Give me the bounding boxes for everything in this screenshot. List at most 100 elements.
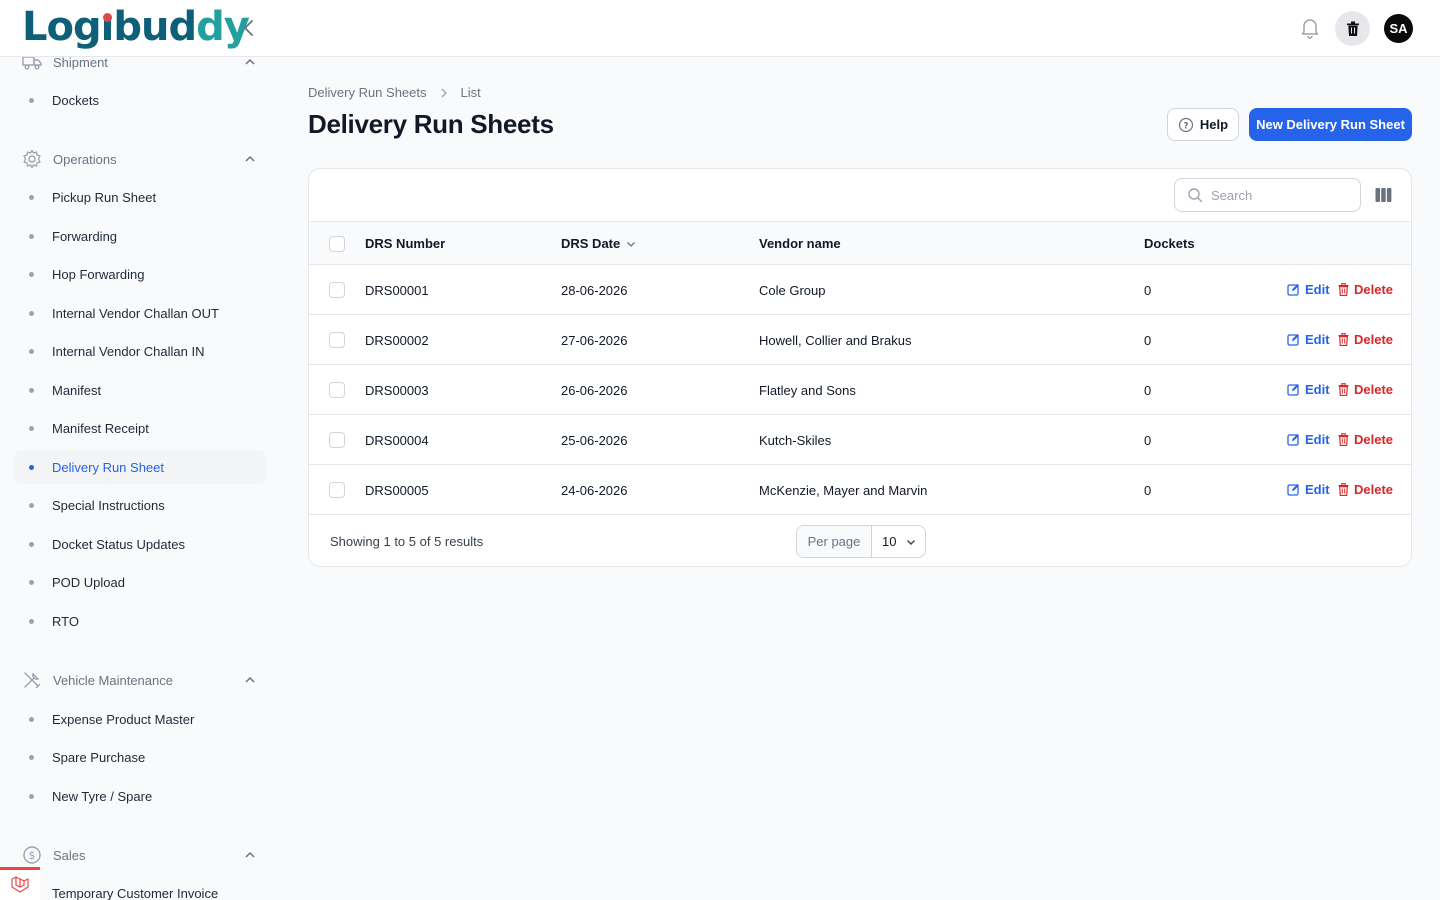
search-box[interactable] xyxy=(1174,178,1361,212)
row-checkbox[interactable] xyxy=(329,282,345,298)
sidebar-group-operations[interactable]: Operations xyxy=(22,149,262,169)
breadcrumb-current: List xyxy=(460,85,481,100)
search-input[interactable] xyxy=(1211,187,1341,203)
delete-button[interactable]: Delete xyxy=(1338,382,1393,397)
row-checkbox[interactable] xyxy=(329,332,345,348)
per-page-value[interactable]: 10 xyxy=(872,526,925,557)
cell-drs-number: DRS00004 xyxy=(365,433,429,448)
sidebar-item-manifest[interactable]: Manifest xyxy=(14,373,266,407)
cell-drs-number: DRS00005 xyxy=(365,483,429,498)
notifications-button[interactable] xyxy=(1300,17,1320,39)
bullet-dot xyxy=(29,98,34,103)
edit-button[interactable]: Edit xyxy=(1287,382,1330,397)
help-button-label: Help xyxy=(1199,117,1229,132)
gear-icon xyxy=(23,149,41,169)
edit-button[interactable]: Edit xyxy=(1287,282,1330,297)
cell-drs-date: 24-06-2026 xyxy=(561,483,628,498)
sidebar-item-label: Spare Purchase xyxy=(52,749,146,765)
sidebar-item-dockets[interactable]: Dockets xyxy=(14,83,266,117)
user-avatar[interactable]: SA xyxy=(1384,14,1413,43)
logo[interactable]: Logıbuddy xyxy=(22,4,250,50)
sidebar-item-internal-vendor-challan-in[interactable]: Internal Vendor Challan IN xyxy=(14,334,266,368)
cell-dockets: 0 xyxy=(1144,483,1152,498)
sidebar-item-rto[interactable]: RTO xyxy=(14,604,266,638)
sidebar-group-label: Shipment xyxy=(53,57,108,70)
sidebar-item-label: Manifest Receipt xyxy=(52,420,149,436)
delete-button[interactable]: Delete xyxy=(1338,432,1393,447)
column-header-vendor-name[interactable]: Vendor name xyxy=(759,236,841,251)
table-toolbar xyxy=(309,169,1411,222)
table-card: DRS Number DRS Date Vendor name Dockets … xyxy=(308,168,1412,567)
edit-button[interactable]: Edit xyxy=(1287,332,1330,347)
sidebar-item-docket-status-updates[interactable]: Docket Status Updates xyxy=(14,527,266,561)
bullet-dot xyxy=(29,542,34,547)
laravel-icon xyxy=(11,876,29,893)
sidebar-item-temporary-customer-invoice[interactable]: Temporary Customer Invoice xyxy=(14,876,266,900)
select-all-checkbox[interactable] xyxy=(329,236,345,252)
cell-dockets: 0 xyxy=(1144,433,1152,448)
sidebar-item-pickup-run-sheet[interactable]: Pickup Run Sheet xyxy=(14,180,266,214)
row-checkbox[interactable] xyxy=(329,432,345,448)
table-header: DRS Number DRS Date Vendor name Dockets xyxy=(309,222,1411,265)
edit-button[interactable]: Edit xyxy=(1287,432,1330,447)
sidebar-item-label: Dockets xyxy=(52,92,99,108)
sidebar-group-label: Operations xyxy=(53,151,117,167)
trash-icon xyxy=(1338,433,1349,446)
cell-vendor-name: Kutch-Skiles xyxy=(759,433,832,448)
cell-dockets: 0 xyxy=(1144,383,1152,398)
sidebar-item-new-tyre-spare[interactable]: New Tyre / Spare xyxy=(14,779,266,813)
sidebar-group-vehicle-maintenance[interactable]: Vehicle Maintenance xyxy=(22,670,262,690)
sidebar-item-internal-vendor-challan-out[interactable]: Internal Vendor Challan OUT xyxy=(14,296,266,330)
sidebar-item-label: Internal Vendor Challan IN xyxy=(52,343,205,359)
breadcrumb-parent-link[interactable]: Delivery Run Sheets xyxy=(308,85,427,100)
wrench-screwdriver-icon xyxy=(24,672,41,689)
cell-drs-date: 28-06-2026 xyxy=(561,283,628,298)
trash-button[interactable] xyxy=(1335,11,1370,46)
debug-bar-button[interactable] xyxy=(0,867,40,900)
column-header-drs-number[interactable]: DRS Number xyxy=(365,236,445,251)
sidebar-item-forwarding[interactable]: Forwarding xyxy=(14,219,266,253)
column-header-label: DRS Date xyxy=(561,236,621,251)
help-button[interactable]: ? Help xyxy=(1167,108,1239,141)
cell-drs-date: 26-06-2026 xyxy=(561,383,628,398)
sidebar-item-label: Docket Status Updates xyxy=(52,536,185,552)
sidebar-item-label: Expense Product Master xyxy=(52,711,195,727)
per-page-value-text: 10 xyxy=(882,534,897,549)
delete-label: Delete xyxy=(1354,382,1394,397)
row-checkbox[interactable] xyxy=(329,382,345,398)
delete-button[interactable]: Delete xyxy=(1338,482,1393,497)
column-header-dockets[interactable]: Dockets xyxy=(1144,236,1195,251)
sidebar-item-hop-forwarding[interactable]: Hop Forwarding xyxy=(14,257,266,291)
bullet-dot xyxy=(29,311,34,316)
collapse-sidebar-button[interactable] xyxy=(240,18,258,38)
sidebar-item-label: RTO xyxy=(52,613,79,629)
bullet-dot xyxy=(29,426,34,431)
trash-icon xyxy=(1346,21,1359,36)
sidebar-group-label: Vehicle Maintenance xyxy=(53,672,173,688)
cell-vendor-name: Flatley and Sons xyxy=(759,383,856,398)
delete-button[interactable]: Delete xyxy=(1338,332,1393,347)
table-row: DRS00005 24-06-2026 McKenzie, Mayer and … xyxy=(309,465,1411,515)
new-delivery-run-sheet-button[interactable]: New Delivery Run Sheet xyxy=(1249,108,1412,141)
delete-button[interactable]: Delete xyxy=(1338,282,1393,297)
row-checkbox[interactable] xyxy=(329,482,345,498)
sidebar-group-shipment[interactable]: Shipment xyxy=(22,57,262,72)
sidebar-group-sales[interactable]: $ Sales xyxy=(22,845,262,865)
table-row: DRS00001 28-06-2026 Cole Group 0 Edit De… xyxy=(309,265,1411,315)
column-toggle-button[interactable] xyxy=(1375,187,1392,203)
sidebar-item-expense-product-master[interactable]: Expense Product Master xyxy=(14,702,266,736)
sidebar-item-manifest-receipt[interactable]: Manifest Receipt xyxy=(14,411,266,445)
edit-icon xyxy=(1287,334,1299,346)
column-header-drs-date[interactable]: DRS Date xyxy=(561,236,636,251)
edit-button[interactable]: Edit xyxy=(1287,482,1330,497)
bullet-dot xyxy=(29,465,34,470)
sidebar-item-pod-upload[interactable]: POD Upload xyxy=(14,565,266,599)
sidebar-item-delivery-run-sheet[interactable]: Delivery Run Sheet xyxy=(14,450,266,484)
per-page-select[interactable]: Per page 10 xyxy=(796,525,926,558)
sidebar: Shipment Dockets Operations Pickup Run S… xyxy=(0,57,280,900)
sidebar-item-spare-purchase[interactable]: Spare Purchase xyxy=(14,740,266,774)
bullet-dot xyxy=(29,717,34,722)
cell-vendor-name: Cole Group xyxy=(759,283,826,298)
bullet-dot xyxy=(29,755,34,760)
sidebar-item-special-instructions[interactable]: Special Instructions xyxy=(14,488,266,522)
